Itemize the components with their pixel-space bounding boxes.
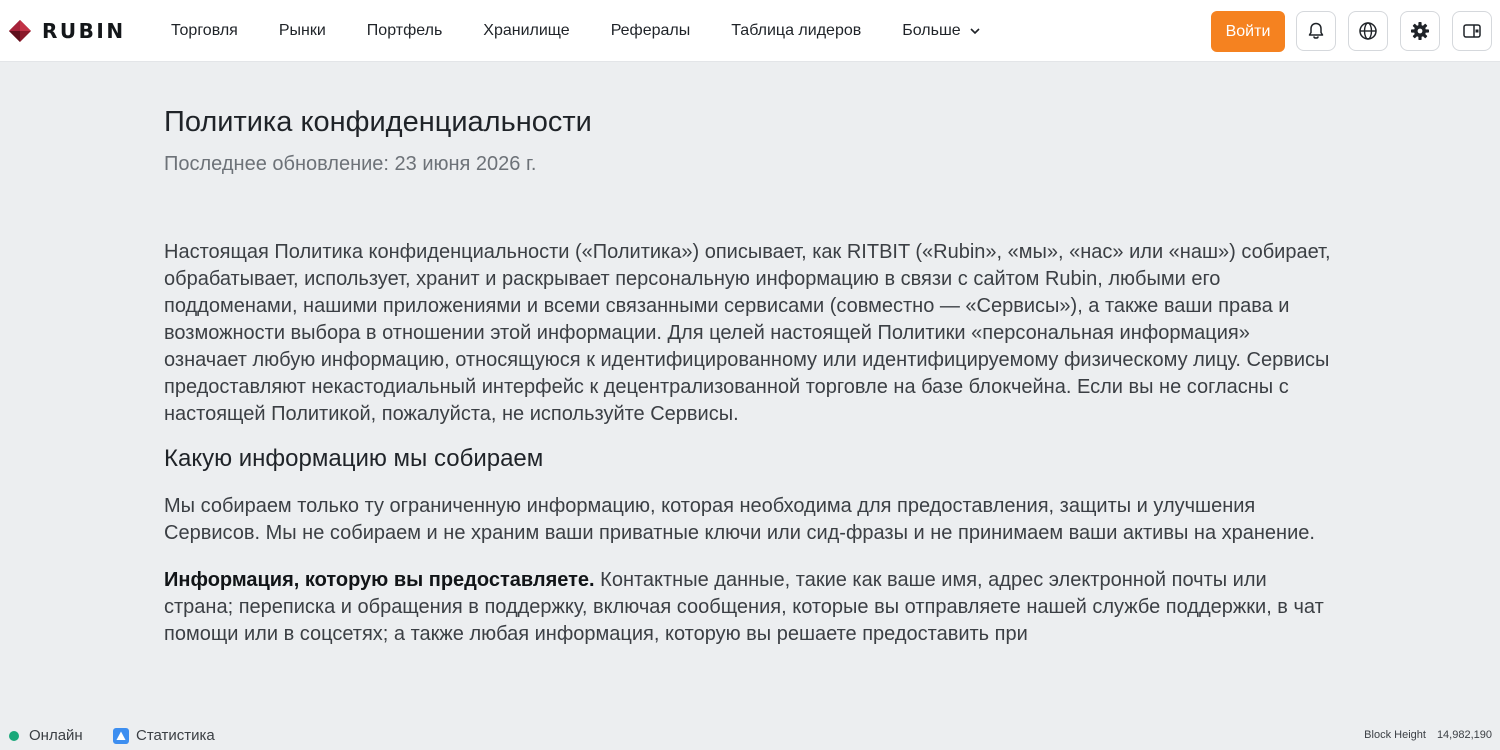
main-nav: Торговля Рынки Портфель Хранилище Рефера… [171,0,1022,62]
status-footer: Онлайн Статистика Block Height 14,982,19… [0,722,1500,750]
chevron-down-icon [969,22,981,40]
provided-info-heading: Информация, которую вы предоставляете. [164,569,595,591]
block-height: Block Height 14,982,190 [1364,729,1492,741]
privacy-policy-content: Политика конфиденциальности Последнее об… [164,100,1336,648]
provided-info-paragraph: Информация, которую вы предоставляете. К… [164,567,1336,648]
language-button[interactable] [1348,11,1388,51]
nav-referrals[interactable]: Рефералы [611,22,691,40]
wallet-button[interactable] [1452,11,1492,51]
block-height-label: Block Height [1364,729,1426,741]
nav-more-label: Больше [902,22,961,39]
bell-icon [1308,22,1324,39]
notifications-button[interactable] [1296,11,1336,51]
nav-trading[interactable]: Торговля [171,22,238,40]
status-dot-icon [9,730,19,741]
statistics-label: Статистика [136,727,215,744]
section-paragraph: Мы собираем только ту ограниченную инфор… [164,495,1315,544]
top-navigation-bar: RUBIN Торговля Рынки Портфель Хранилище … [0,0,1500,62]
wallet-icon [1463,24,1481,38]
settings-button[interactable] [1400,11,1440,51]
section-heading: Какую информацию мы собираем [164,445,544,472]
statistics-icon [113,727,129,744]
statistics-link[interactable]: Статистика [113,727,215,744]
nav-more[interactable]: Больше [902,22,980,40]
nav-leaderboard[interactable]: Таблица лидеров [731,22,861,40]
globe-icon [1359,22,1377,40]
nav-portfolio[interactable]: Портфель [367,22,442,40]
ruby-logo-icon [9,20,31,42]
status-label: Онлайн [29,727,83,744]
login-button[interactable]: Войти [1211,11,1285,52]
logo[interactable]: RUBIN [8,19,126,43]
intro-paragraph: Настоящая Политика конфиденциальности («… [164,241,1331,425]
logo-text: RUBIN [42,19,126,43]
block-height-value: 14,982,190 [1436,729,1492,741]
nav-markets[interactable]: Рынки [279,22,326,40]
last-updated-date: Последнее обновление: 23 июня 2026 г. [164,153,537,175]
page-title: Политика конфиденциальности [164,106,592,138]
nav-vault[interactable]: Хранилище [483,22,569,40]
connection-status: Онлайн [9,727,83,744]
gear-icon [1411,22,1429,40]
